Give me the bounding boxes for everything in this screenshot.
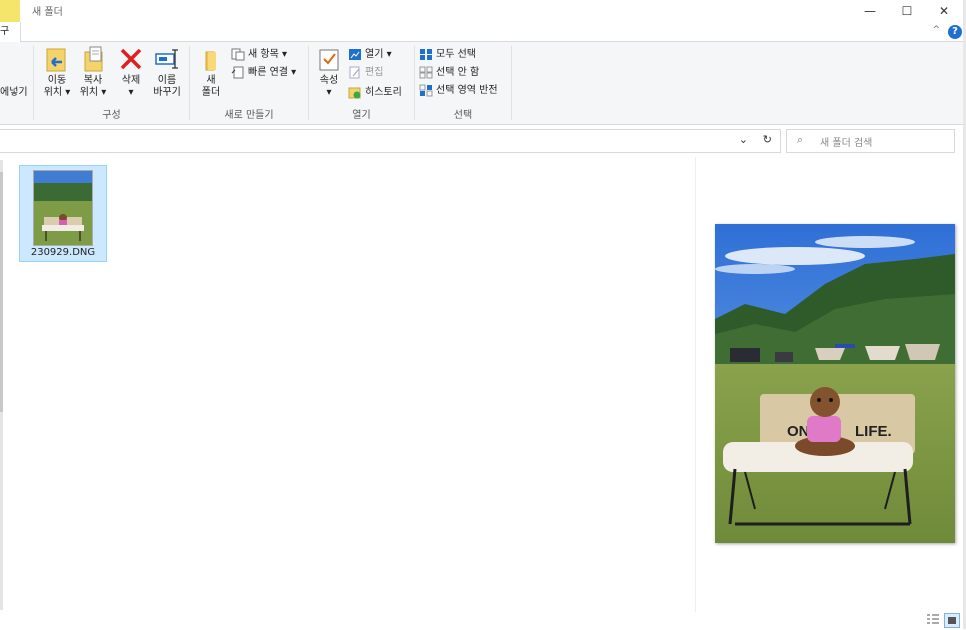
move-to-button[interactable]: 이동 위치 ▾ xyxy=(38,46,76,99)
select-none-button[interactable]: 선택 안 함 xyxy=(419,65,479,81)
details-view-icon[interactable] xyxy=(926,613,940,626)
search-icon: ⌕ xyxy=(797,133,804,146)
copy-to-label-2: 위치 ▾ xyxy=(79,87,107,98)
navigation-bar: ⌄ ↻ ⌕ 새 폴더 검색 xyxy=(0,125,966,157)
edit-label: 편집 xyxy=(365,67,384,78)
move-to-label-1: 이동 xyxy=(47,75,67,86)
file-list[interactable]: 230929.DNG xyxy=(4,157,694,612)
help-icon[interactable]: ? xyxy=(948,25,962,39)
search-input[interactable]: ⌕ 새 폴더 검색 xyxy=(786,129,955,153)
select-none-icon xyxy=(419,66,433,79)
select-all-label: 모두 선택 xyxy=(436,49,476,60)
refresh-icon[interactable]: ↻ xyxy=(763,133,772,146)
window-title: 새 폴더 xyxy=(32,7,63,18)
properties-label-2: ▾ xyxy=(326,87,332,98)
copy-to-button[interactable]: 복사 위치 ▾ xyxy=(74,46,112,99)
ribbon-tabs: 구 ^ ? xyxy=(0,22,966,42)
history-button[interactable]: 히스토리 xyxy=(348,85,402,101)
new-group: 새 폴더 새 항목 ▾ 빠른 연결 ▾ 새로 만들기 xyxy=(190,42,308,124)
new-item-button[interactable]: 새 항목 ▾ xyxy=(231,47,287,63)
file-name: 230929.DNG xyxy=(30,247,96,258)
delete-icon xyxy=(118,46,144,72)
status-bar xyxy=(0,612,966,629)
tab-tools-partial[interactable]: 구 xyxy=(0,22,21,42)
rename-label-1: 이름 xyxy=(157,75,177,86)
easy-access-button[interactable]: 빠른 연결 ▾ xyxy=(231,65,296,81)
search-placeholder: 새 폴더 검색 xyxy=(820,138,873,149)
collapse-ribbon-icon[interactable]: ^ xyxy=(932,25,940,35)
rename-icon xyxy=(154,46,180,72)
properties-icon xyxy=(316,46,342,72)
history-label: 히스토리 xyxy=(365,87,402,98)
move-to-icon xyxy=(44,46,70,72)
open-button[interactable]: 열기 ▾ xyxy=(348,47,392,63)
new-folder-label-2: 폴더 xyxy=(201,87,221,98)
delete-button[interactable]: 삭제 ▾ xyxy=(114,46,148,99)
invert-selection-icon xyxy=(419,84,433,97)
rename-label-2: 바꾸기 xyxy=(153,87,181,98)
select-group-label: 선택 xyxy=(453,110,473,121)
address-bar[interactable]: ⌄ ↻ xyxy=(0,129,781,153)
preview-pane: ONC LIFE. xyxy=(695,157,966,612)
select-group: 모두 선택 선택 안 함 선택 영역 반전 선택 xyxy=(415,42,511,124)
move-to-label-2: 위치 ▾ xyxy=(43,87,71,98)
open-icon xyxy=(348,48,362,61)
edit-button[interactable]: 편집 xyxy=(348,65,383,81)
easy-access-icon xyxy=(231,66,245,79)
new-item-icon xyxy=(231,48,245,61)
delete-label-1: 삭제 xyxy=(121,75,141,86)
file-thumbnail xyxy=(33,170,93,246)
copy-to-icon xyxy=(80,46,106,72)
minimize-button[interactable]: — xyxy=(852,2,888,20)
address-dropdown-icon[interactable]: ⌄ xyxy=(739,133,748,146)
select-all-button[interactable]: 모두 선택 xyxy=(419,47,476,63)
new-group-label: 새로 만들기 xyxy=(224,110,274,121)
open-label: 열기 ▾ xyxy=(365,49,392,60)
open-group-label: 열기 xyxy=(352,110,371,121)
navigation-pane-scrollbar[interactable] xyxy=(0,160,3,610)
quick-access-toolbar[interactable] xyxy=(0,0,20,22)
copy-to-label-1: 복사 xyxy=(83,75,103,86)
organize-group: 이동 위치 ▾ 복사 위치 ▾ 삭제 ▾ 이름 바꾸기 구성 xyxy=(34,42,189,124)
paste-shortcut-partial[interactable]: 에넣기 xyxy=(0,85,28,101)
properties-label-1: 속성 xyxy=(319,75,339,86)
file-item[interactable]: 230929.DNG xyxy=(19,165,107,262)
clipboard-group-partial: 에넣기 xyxy=(0,42,33,124)
rename-button[interactable]: 이름 바꾸기 xyxy=(148,46,186,99)
image-preview: ONC LIFE. xyxy=(715,224,955,543)
new-folder-icon xyxy=(198,46,224,72)
select-none-label: 선택 안 함 xyxy=(436,67,480,78)
select-all-icon xyxy=(419,48,433,61)
ribbon: 에넣기 이동 위치 ▾ 복사 위치 ▾ 삭제 ▾ 이름 바꾸기 구성 새 폴더 … xyxy=(0,42,966,125)
invert-selection-label: 선택 영역 반전 xyxy=(436,85,498,96)
close-button[interactable]: ✕ xyxy=(926,2,962,20)
large-icons-view-icon[interactable] xyxy=(944,613,960,628)
invert-selection-button[interactable]: 선택 영역 반전 xyxy=(419,83,498,99)
ribbon-separator xyxy=(511,46,512,120)
title-bar: 새 폴더 — ☐ ✕ xyxy=(0,0,966,22)
new-folder-label-1: 새 xyxy=(206,75,216,86)
history-icon xyxy=(348,86,362,99)
organize-group-label: 구성 xyxy=(102,110,121,121)
edit-icon xyxy=(348,66,362,79)
delete-label-2: ▾ xyxy=(128,87,134,98)
scrollbar-thumb[interactable] xyxy=(0,172,3,412)
new-item-label: 새 항목 ▾ xyxy=(248,49,287,60)
properties-button[interactable]: 속성 ▾ xyxy=(312,46,346,99)
easy-access-label: 빠른 연결 ▾ xyxy=(248,67,297,78)
open-group: 속성 ▾ 열기 ▾ 편집 히스토리 열기 xyxy=(309,42,414,124)
svg-text:LIFE.: LIFE. xyxy=(855,423,892,440)
new-folder-button[interactable]: 새 폴더 xyxy=(194,46,228,99)
maximize-button[interactable]: ☐ xyxy=(889,2,925,20)
